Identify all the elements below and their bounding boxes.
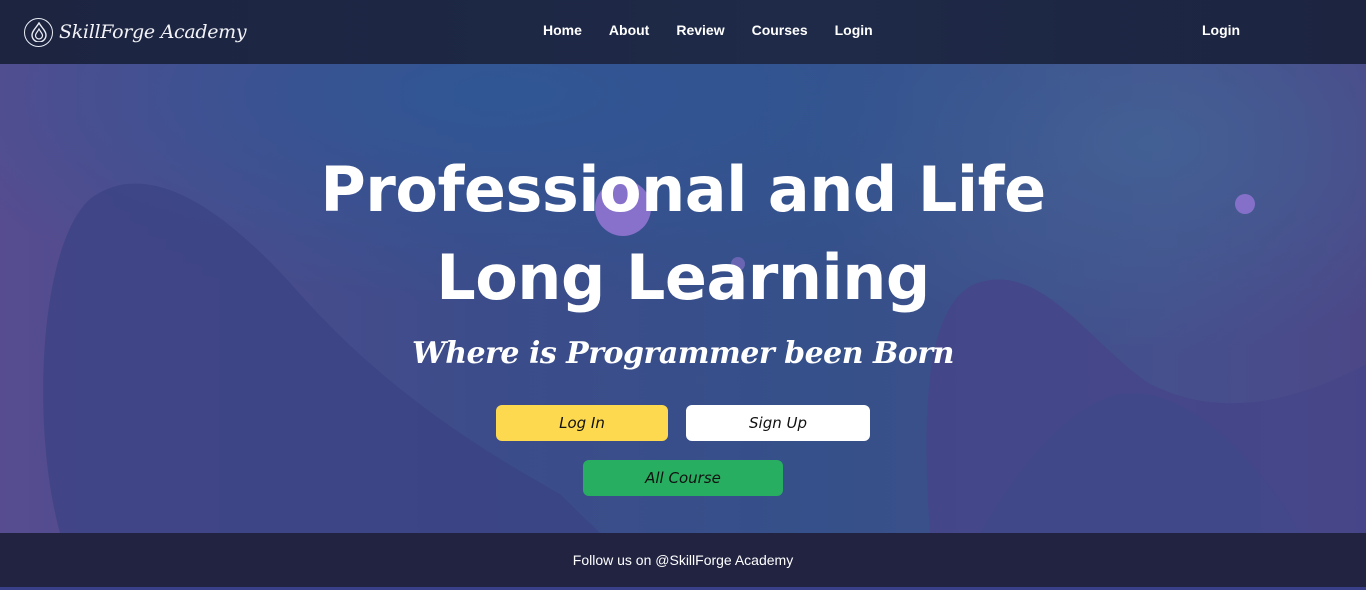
nav-login-button[interactable]: Login (1202, 22, 1240, 38)
nav-link-login[interactable]: Login (835, 22, 873, 38)
brand-logo[interactable]: SkillForge Academy (24, 16, 247, 48)
hero-title-line-1: Professional and Life (320, 153, 1046, 226)
footer-follow-text: Follow us on @SkillForge Academy (572, 552, 794, 568)
all-course-button[interactable]: All Course (583, 460, 783, 496)
hero-title: Professional and Life Long Learning (0, 146, 1366, 322)
hero-subtitle: Where is Programmer been Born (412, 336, 954, 371)
nav-link-home[interactable]: Home (543, 22, 582, 38)
navbar: SkillForge Academy Home About Review Cou… (0, 0, 1366, 64)
flame-drop-icon (24, 17, 53, 47)
nav-link-review[interactable]: Review (676, 22, 724, 38)
nav-links: Home About Review Courses Login (543, 22, 873, 38)
nav-link-courses[interactable]: Courses (752, 22, 808, 38)
footer: Follow us on @SkillForge Academy (0, 533, 1366, 587)
login-button[interactable]: Log In (496, 405, 668, 441)
nav-link-about[interactable]: About (609, 22, 649, 38)
signup-button[interactable]: Sign Up (686, 405, 870, 441)
brand-name: SkillForge Academy (59, 21, 247, 43)
hero-title-line-2: Long Learning (436, 241, 930, 314)
hero-section: Professional and Life Long Learning Wher… (0, 64, 1366, 533)
